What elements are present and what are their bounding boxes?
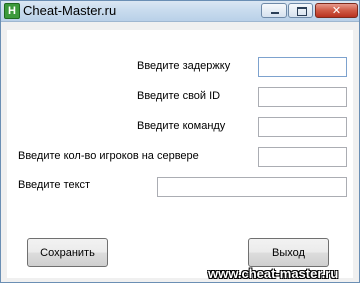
close-icon: ✕ xyxy=(331,4,342,17)
save-button[interactable]: Сохранить xyxy=(27,238,108,267)
delay-label: Введите задержку xyxy=(137,60,231,72)
maximize-button[interactable] xyxy=(288,3,313,18)
maximize-icon xyxy=(297,7,307,16)
command-label: Введите команду xyxy=(137,120,226,132)
id-input[interactable] xyxy=(258,87,347,107)
minimize-icon xyxy=(271,12,279,14)
watermark: www.cheat-master.ru xyxy=(208,266,339,281)
text-label: Введите текст xyxy=(18,179,91,191)
id-label: Введите свой ID xyxy=(137,90,221,102)
exit-button[interactable]: Выход xyxy=(248,238,329,267)
app-window: H Cheat-Master.ru ✕ Введите задержку Вве… xyxy=(0,0,360,283)
text-input[interactable] xyxy=(157,177,347,197)
players-label: Введите кол-во игроков на сервере xyxy=(18,150,199,162)
window-title: Cheat-Master.ru xyxy=(23,3,117,18)
command-input[interactable] xyxy=(258,117,347,137)
title-bar[interactable]: H Cheat-Master.ru ✕ xyxy=(1,1,359,22)
app-icon: H xyxy=(4,3,20,19)
close-button[interactable]: ✕ xyxy=(315,3,358,18)
delay-input[interactable] xyxy=(258,57,347,77)
players-input[interactable] xyxy=(258,147,347,167)
minimize-button[interactable] xyxy=(261,3,287,18)
